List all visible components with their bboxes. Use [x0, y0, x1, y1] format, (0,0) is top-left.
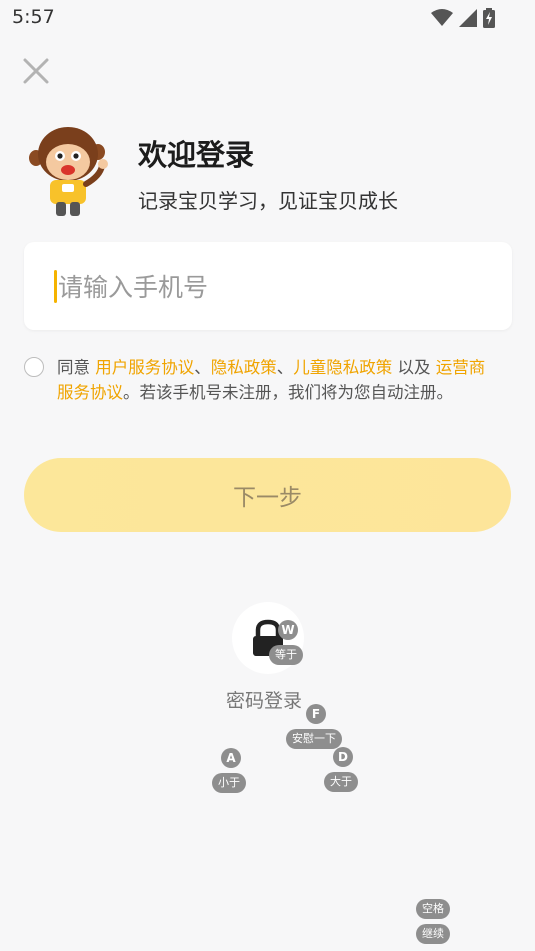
user-service-agreement-link[interactable]: 用户服务协议 — [95, 358, 194, 377]
welcome-title: 欢迎登录 — [138, 138, 255, 172]
key-hint-tip: 小于 — [212, 773, 246, 793]
phone-input-box[interactable] — [24, 242, 512, 330]
agreement-prefix: 同意 — [57, 358, 96, 377]
key-hint-badge: A — [221, 748, 241, 768]
status-icons — [431, 8, 495, 28]
key-hint-badge: D — [333, 747, 353, 767]
key-hint-badge: F — [306, 704, 326, 724]
close-icon[interactable] — [20, 55, 52, 87]
agreement-separator: 、 — [194, 358, 211, 377]
monkey-mascot-icon — [28, 124, 112, 218]
agreement-text: 同意 用户服务协议、隐私政策、儿童隐私政策 以及 运营商服务协议。若该手机号未注… — [57, 355, 497, 405]
key-hint-badge: 空格 — [416, 899, 450, 919]
phone-input[interactable] — [56, 262, 490, 312]
agreement-suffix: 。若该手机号未注册，我们将为您自动注册。 — [123, 383, 453, 402]
battery-charging-icon — [483, 8, 495, 28]
key-hint-tip: 大于 — [324, 772, 358, 792]
agreement-checkbox[interactable] — [24, 357, 44, 377]
key-hint-tip: 安慰一下 — [286, 729, 342, 749]
child-privacy-policy-link[interactable]: 儿童隐私政策 — [293, 358, 392, 377]
status-bar: 5:57 — [0, 0, 535, 36]
status-time: 5:57 — [12, 6, 55, 28]
agreement-mid-text: 以及 — [392, 358, 436, 377]
cellular-signal-icon — [459, 9, 477, 27]
agreement-separator: 、 — [276, 358, 294, 377]
key-hint-tip: 等于 — [269, 645, 303, 665]
wifi-icon — [431, 9, 453, 26]
privacy-policy-link[interactable]: 隐私政策 — [211, 358, 277, 377]
key-hint-tip: 继续 — [416, 924, 450, 944]
welcome-subtitle: 记录宝贝学习，见证宝贝成长 — [138, 189, 398, 213]
password-login-label[interactable]: 密码登录 — [226, 686, 302, 713]
key-hint-badge: W — [278, 620, 298, 640]
next-step-button[interactable]: 下一步 — [24, 458, 511, 532]
